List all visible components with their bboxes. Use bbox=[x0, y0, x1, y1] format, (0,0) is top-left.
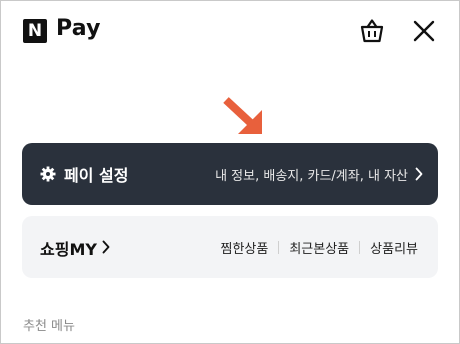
wishlist-link[interactable]: 찜한상품 bbox=[221, 238, 269, 257]
gear-icon bbox=[40, 166, 56, 182]
shopping-bag-icon[interactable] bbox=[358, 17, 386, 45]
naver-logo-icon: N bbox=[23, 19, 47, 43]
close-icon[interactable] bbox=[412, 19, 436, 43]
shopping-my-link[interactable]: 쇼핑MY bbox=[40, 236, 97, 260]
product-reviews-link[interactable]: 상품리뷰 bbox=[370, 238, 418, 257]
shopping-my-card: 쇼핑MY 찜한상품 최근본상품 상품리뷰 bbox=[22, 216, 438, 278]
pay-settings-description: 내 정보, 배송지, 카드/계좌, 내 자산 bbox=[215, 169, 408, 184]
recommended-menu-heading: 추천 메뉴 bbox=[23, 319, 75, 334]
pay-settings-card[interactable]: 페이 설정 내 정보, 배송지, 카드/계좌, 내 자산 bbox=[22, 143, 438, 205]
chevron-right-icon[interactable] bbox=[102, 240, 110, 254]
chevron-right-icon bbox=[415, 167, 423, 181]
pay-settings-title: 페이 설정 bbox=[64, 166, 129, 185]
recently-viewed-link[interactable]: 최근본상품 bbox=[289, 238, 349, 257]
shopping-links: 찜한상품 최근본상품 상품리뷰 bbox=[221, 238, 418, 257]
header: N Pay bbox=[0, 0, 460, 62]
brand-name: Pay bbox=[56, 16, 101, 41]
divider bbox=[359, 241, 361, 254]
divider bbox=[278, 241, 280, 254]
arrow-down-right-icon bbox=[223, 97, 262, 134]
